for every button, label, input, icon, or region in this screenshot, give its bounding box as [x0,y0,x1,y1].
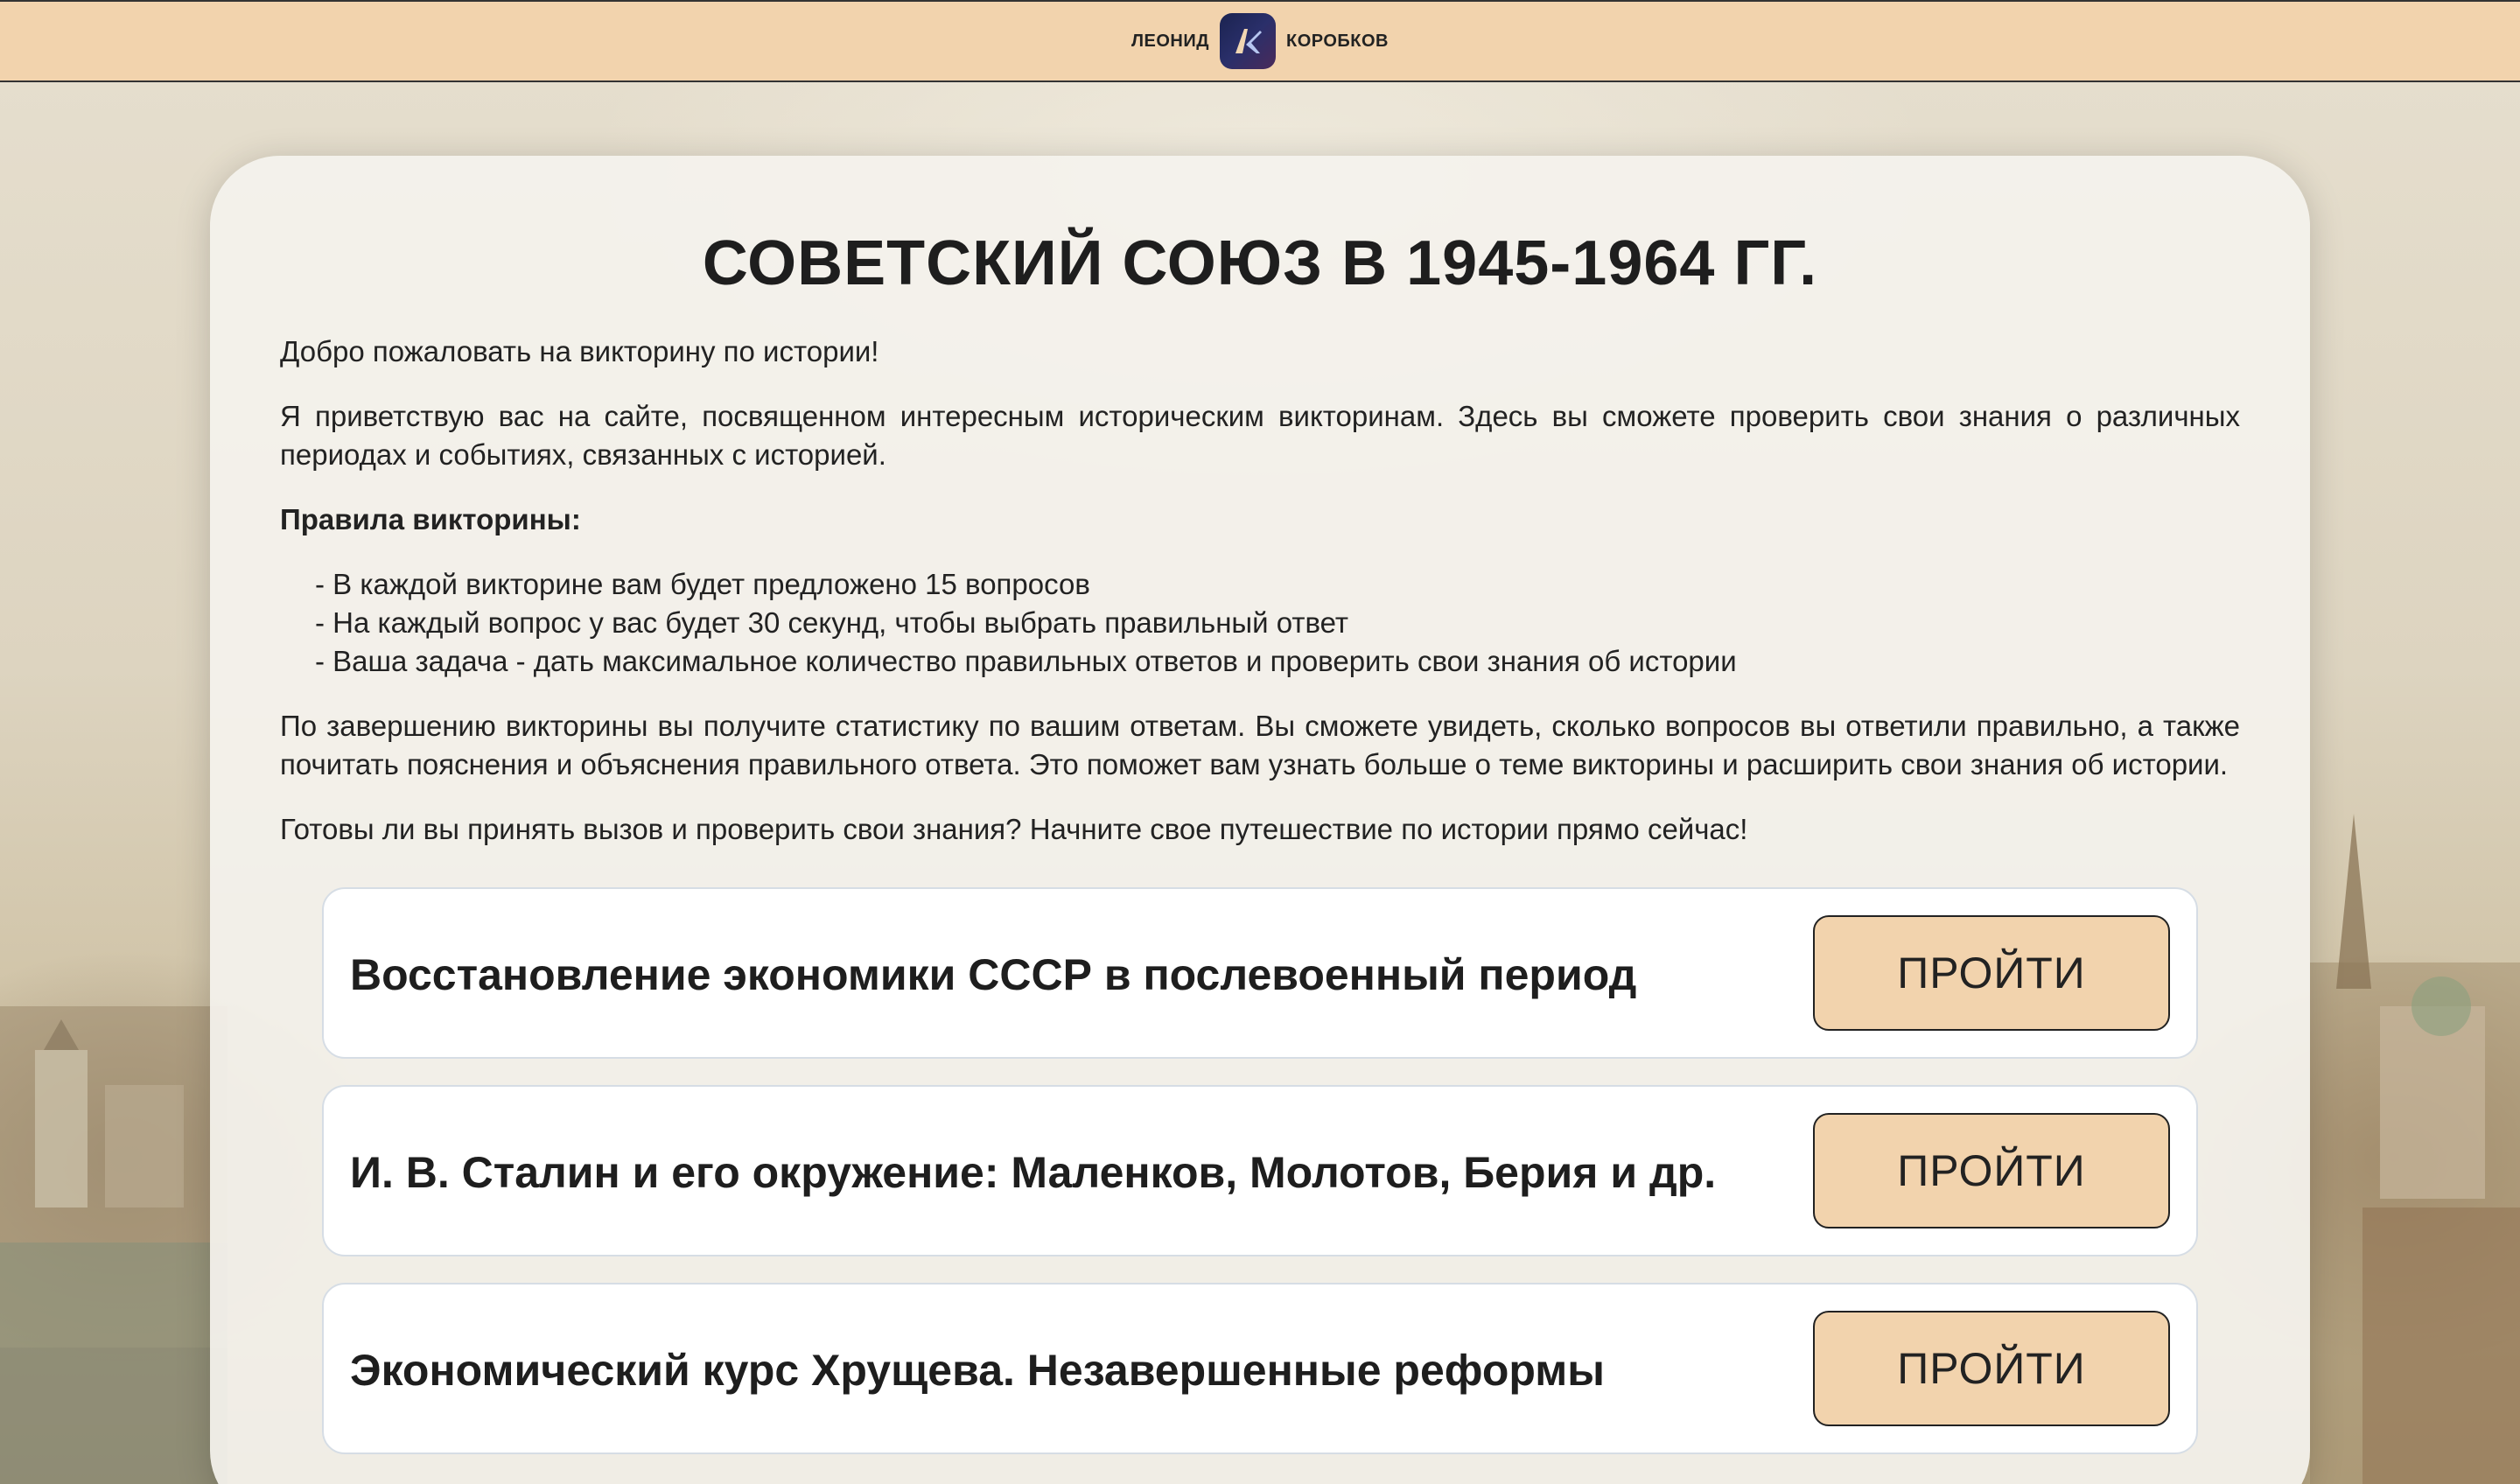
quiz-item: Восстановление экономики СССР в послевое… [322,887,2198,1059]
intro-content: Добро пожаловать на викторину по истории… [280,332,2240,875]
logo-monogram-icon [1236,29,1262,53]
author-last-name: КОРОБКОВ [1286,31,1389,51]
quiz-title: И. В. Сталин и его окружение: Маленков, … [350,1148,1717,1197]
start-quiz-button[interactable]: ПРОЙТИ [1813,1311,2170,1426]
quiz-list: Восстановление экономики СССР в послевое… [322,887,2198,1480]
start-quiz-button[interactable]: ПРОЙТИ [1813,915,2170,1031]
quiz-title: Экономический курс Хрущева. Незавершенны… [350,1346,1605,1395]
rule-item: - В каждой викторине вам будет предложен… [315,568,1090,600]
intro-text: Я приветствую вас на сайте, посвященном … [280,400,2240,471]
welcome-text: Добро пожаловать на викторину по истории… [280,335,879,368]
rules-list: - В каждой викторине вам будет предложен… [280,565,2240,681]
page-title: СОВЕТСКИЙ СОЮЗ В 1945-1964 ГГ. [702,228,1818,298]
quiz-item: И. В. Сталин и его окружение: Маленков, … [322,1085,2198,1256]
results-text: По завершению викторины вы получите стат… [280,710,2240,780]
cta-text: Готовы ли вы принять вызов и проверить с… [280,813,1748,845]
quiz-intro-card: СОВЕТСКИЙ СОЮЗ В 1945-1964 ГГ. Добро пож… [210,156,2310,1484]
rule-item: - На каждый вопрос у вас будет 30 секунд… [315,606,1349,639]
logo-icon[interactable] [1220,13,1276,69]
rules-title: Правила викторины: [280,503,581,536]
start-quiz-button[interactable]: ПРОЙТИ [1813,1113,2170,1228]
rule-item: - Ваша задача - дать максимальное количе… [315,645,1737,677]
site-header: ЛЕОНИД КОРОБКОВ [0,0,2520,82]
author-first-name: ЛЕОНИД [1131,31,1209,51]
quiz-title: Восстановление экономики СССР в послевое… [350,950,1637,999]
quiz-item: Экономический курс Хрущева. Незавершенны… [322,1283,2198,1454]
